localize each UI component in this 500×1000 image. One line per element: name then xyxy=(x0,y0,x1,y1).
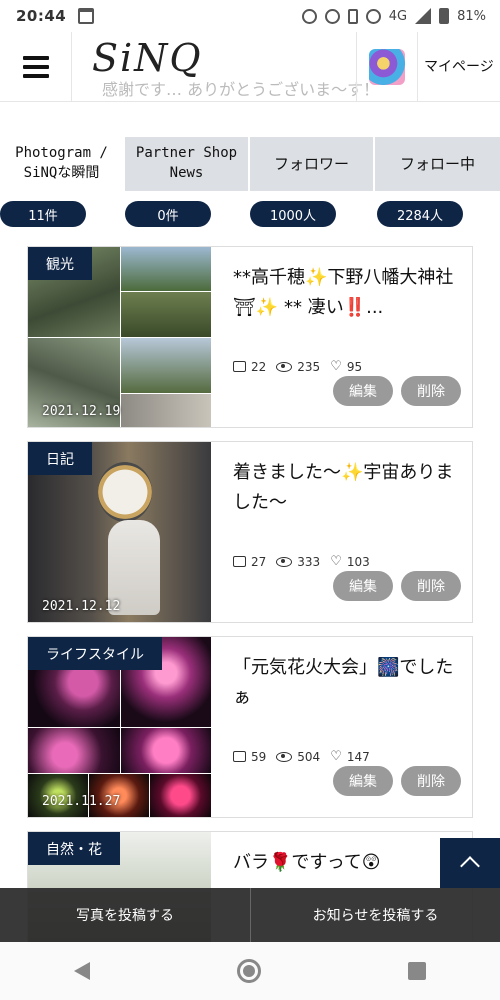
tab-partner-line2: News xyxy=(169,165,204,181)
back-icon[interactable] xyxy=(73,962,90,980)
post-stats: 22 235 ♡ 95 xyxy=(233,359,362,374)
count-badge-photogram: 11件 xyxy=(0,201,86,227)
photo-tile xyxy=(28,728,120,773)
post-title[interactable]: バラ🌹ですって😲 xyxy=(233,848,461,878)
post-thumbnail[interactable]: 観光 2021.12.19 xyxy=(28,247,211,427)
photo-tile xyxy=(98,462,152,522)
tab-followers[interactable]: フォロワー xyxy=(250,137,375,191)
battery-icon xyxy=(439,8,450,24)
photo-tile xyxy=(150,774,211,817)
tab-followers-label: フォロワー xyxy=(273,154,349,173)
post-title[interactable]: **高千穂✨下野八幡大神社⛩✨ ** 凄い‼️... xyxy=(233,263,461,323)
post-title[interactable]: 「元気花火大会」🎆でしたぁ xyxy=(233,653,461,713)
category-badge: ライフスタイル xyxy=(28,637,162,670)
edit-button[interactable]: 編集 xyxy=(333,766,393,796)
tab-bar: Photogram / SiNQな瞬間 Partner Shop News フォロワ… xyxy=(0,137,500,191)
signal-icon xyxy=(415,8,432,24)
view-count: 504 xyxy=(297,749,321,764)
delete-button[interactable]: 削除 xyxy=(401,376,461,406)
mypage-link[interactable]: マイページ xyxy=(424,56,494,76)
status-bar: 20:44 4G 81% xyxy=(0,0,500,32)
category-badge: 日記 xyxy=(28,442,92,475)
post-photo-button[interactable]: 写真を投稿する xyxy=(0,888,250,942)
photo-tile xyxy=(121,292,211,337)
post-card[interactable]: 日記 2021.12.12 着きました～✨宇宙ありました～ 27 333 ♡ 10… xyxy=(27,441,473,623)
photo-tile xyxy=(121,394,211,427)
system-nav-bar xyxy=(0,942,500,1000)
post-stats: 59 504 ♡ 147 xyxy=(233,749,370,764)
site-header: SiNQ 感謝です… ありがとうございま～す！ マイページ xyxy=(0,32,500,102)
scroll-top-button[interactable] xyxy=(440,838,500,888)
post-date: 2021.12.12 xyxy=(42,599,121,614)
tab-photogram-line1: Photogram / xyxy=(15,145,108,162)
marquee-text: 感謝です… ありがとうございま～す！ xyxy=(102,80,380,99)
comment-icon xyxy=(233,556,246,567)
count-badge-followers: 1000人 xyxy=(250,201,336,227)
view-icon xyxy=(276,556,293,567)
home-icon[interactable] xyxy=(236,959,261,983)
chevron-up-icon xyxy=(460,856,480,876)
photo-tile xyxy=(121,247,211,291)
status-time: 20:44 xyxy=(16,7,67,25)
comment-count: 27 xyxy=(251,554,267,569)
post-date: 2021.11.27 xyxy=(42,794,121,809)
vibrate-icon xyxy=(347,8,358,24)
heart-icon: ♡ xyxy=(330,359,342,374)
do-not-disturb-icon xyxy=(365,8,381,24)
avatar xyxy=(369,49,405,85)
site-logo[interactable]: SiNQ xyxy=(92,36,212,80)
tab-partner-shop-news[interactable]: Partner Shop News xyxy=(125,137,250,191)
view-count: 333 xyxy=(297,554,321,569)
tab-following-label: フォロー中 xyxy=(399,154,475,173)
count-badge-partner: 0件 xyxy=(125,201,211,227)
avatar-button[interactable] xyxy=(356,32,418,102)
tab-following[interactable]: フォロー中 xyxy=(375,137,500,191)
like-count: 95 xyxy=(346,359,363,374)
comment-count: 59 xyxy=(251,749,267,764)
view-icon xyxy=(276,751,293,762)
recent-apps-icon[interactable] xyxy=(408,962,427,980)
comment-icon xyxy=(233,361,246,372)
view-count: 235 xyxy=(297,359,321,374)
tab-photogram-line2: SiNQな瞬間 xyxy=(23,165,100,181)
network-type: 4G xyxy=(388,8,408,24)
post-card[interactable]: ライフスタイル 2021.11.27 「元気花火大会」🎆でしたぁ 59 504 … xyxy=(27,636,473,818)
photo-tile xyxy=(121,728,211,773)
edit-button[interactable]: 編集 xyxy=(333,571,393,601)
tab-counts: 11件 0件 1000人 2284人 xyxy=(0,201,500,227)
comment-count: 22 xyxy=(251,359,267,374)
count-badge-following: 2284人 xyxy=(377,201,463,227)
alarm-icon xyxy=(301,8,317,24)
calendar-icon xyxy=(78,8,95,24)
tab-partner-line1: Partner Shop xyxy=(135,145,238,162)
post-stats: 27 333 ♡ 103 xyxy=(233,554,370,569)
like-count: 103 xyxy=(346,554,370,569)
post-date: 2021.12.19 xyxy=(42,404,121,419)
edit-button[interactable]: 編集 xyxy=(333,376,393,406)
heart-icon: ♡ xyxy=(330,554,342,569)
category-badge: 観光 xyxy=(28,247,92,280)
delete-button[interactable]: 削除 xyxy=(401,571,461,601)
menu-icon[interactable] xyxy=(0,32,72,102)
logo-text: SiNQ xyxy=(92,36,203,80)
post-title[interactable]: 着きました～✨宇宙ありました～ xyxy=(233,458,461,518)
view-icon xyxy=(276,361,293,372)
like-count: 147 xyxy=(346,749,370,764)
photo-tile xyxy=(121,338,211,393)
status-icons: 4G 81% xyxy=(301,8,486,24)
comment-icon xyxy=(233,751,246,762)
post-card[interactable]: 観光 2021.12.19 **高千穂✨下野八幡大神社⛩✨ ** 凄い‼️...… xyxy=(27,246,473,428)
category-badge: 自然・花 xyxy=(28,832,120,865)
tab-photogram[interactable]: Photogram / SiNQな瞬間 xyxy=(0,137,125,191)
data-saver-icon xyxy=(324,8,340,24)
post-thumbnail[interactable]: 日記 2021.12.12 xyxy=(28,442,211,622)
delete-button[interactable]: 削除 xyxy=(401,766,461,796)
post-thumbnail[interactable]: ライフスタイル 2021.11.27 xyxy=(28,637,211,817)
heart-icon: ♡ xyxy=(330,749,342,764)
bottom-action-bar: 写真を投稿する お知らせを投稿する xyxy=(0,888,500,942)
battery-level: 81% xyxy=(457,8,486,24)
post-news-button[interactable]: お知らせを投稿する xyxy=(250,888,500,942)
